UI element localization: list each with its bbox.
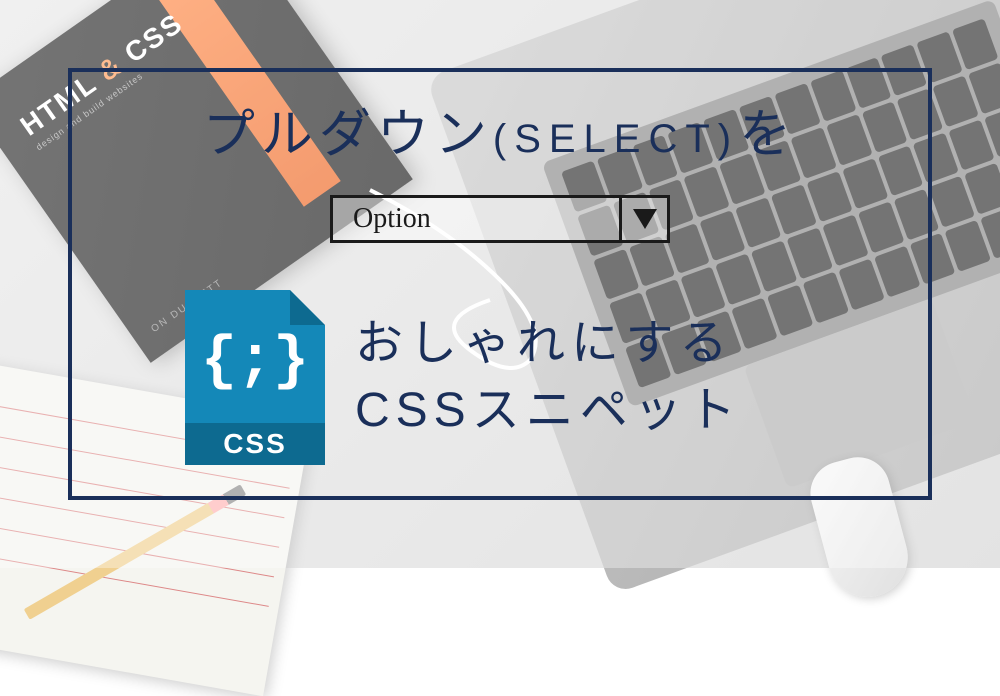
select-option-text: Option [333, 198, 619, 240]
title-select: (SELECT) [493, 117, 739, 161]
select-arrow-area [619, 198, 667, 240]
bottom-text: おしゃれにする CSSスニペット [355, 310, 742, 444]
braces-icon: {;} [185, 328, 325, 396]
bottom-line-1: おしゃれにする [355, 310, 742, 377]
file-shape: {;} CSS [185, 290, 325, 465]
title-main: プルダウン [203, 106, 493, 164]
css-file-icon: {;} CSS [185, 290, 325, 465]
bottom-line-2: CSSスニペット [355, 377, 742, 444]
chevron-down-icon [633, 209, 657, 229]
title-line-1: プルダウン(SELECT)を [0, 92, 1000, 167]
title-suffix: を [739, 106, 797, 164]
select-mockup: Option [330, 195, 670, 243]
css-label: CSS [185, 423, 325, 465]
file-fold-corner [290, 290, 325, 325]
